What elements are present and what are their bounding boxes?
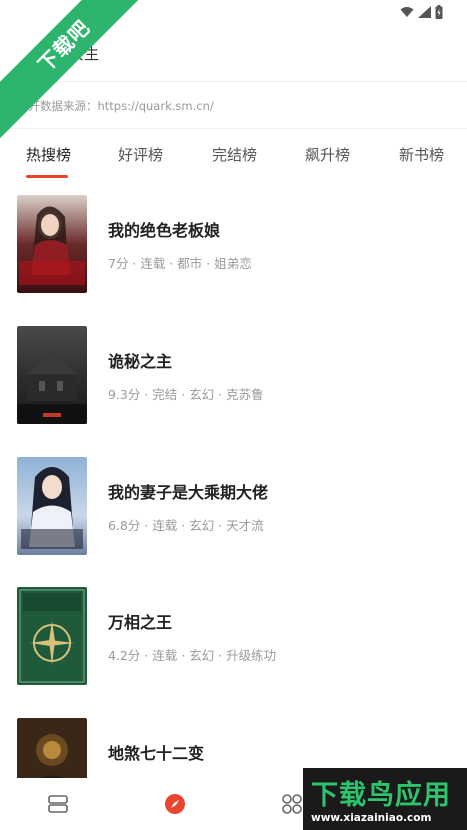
status-bar <box>0 0 467 26</box>
discover-icon[interactable] <box>163 792 187 816</box>
book-meta: 9.3分 · 完结 · 玄幻 · 克苏鲁 <box>108 387 264 402</box>
ranking-tabs: 热搜榜 好评榜 完结榜 飙升榜 新书榜 <box>0 129 467 179</box>
book-item[interactable]: 我的绝色老板娘 7分 · 连载 · 都市 · 姐弟恋 <box>0 195 467 295</box>
status-icons <box>400 5 443 19</box>
tab-hot-search[interactable]: 热搜榜 <box>26 144 71 165</box>
book-cover[interactable] <box>17 195 87 293</box>
bookshelf-icon[interactable] <box>46 792 70 816</box>
book-meta: 6.8分 · 连载 · 玄幻 · 天才流 <box>108 518 264 533</box>
book-title: 我的妻子是大乘期大佬 <box>108 483 269 502</box>
tab-rising[interactable]: 飙升榜 <box>305 144 350 165</box>
book-cover[interactable] <box>17 587 87 685</box>
logo-url: www.xiazainiao.com <box>311 812 432 824</box>
data-source-text: 公开数据来源：https://quark.sm.cn/ <box>17 99 214 113</box>
book-item[interactable]: 我的妻子是大乘期大佬 6.8分 · 连载 · 玄幻 · 天才流 <box>0 457 467 557</box>
wifi-icon <box>400 7 414 17</box>
book-meta: 7分 · 连载 · 都市 · 姐弟恋 <box>108 256 252 271</box>
active-tab-indicator <box>26 175 68 178</box>
site-logo: 下载鸟应用 www.xiazainiao.com <box>303 768 467 830</box>
book-meta: 4.2分 · 连载 · 玄幻 · 升级练功 <box>108 648 277 663</box>
book-item[interactable]: 万相之王 4.2分 · 连载 · 玄幻 · 升级练功 <box>0 587 467 687</box>
apps-icon[interactable] <box>280 792 304 816</box>
header: 女生 <box>0 26 467 82</box>
tab-top-rated[interactable]: 好评榜 <box>118 144 163 165</box>
page-title: 女生 <box>69 45 100 63</box>
book-title: 诡秘之主 <box>108 352 173 371</box>
logo-text: 下载鸟应用 <box>311 780 451 811</box>
book-title: 万相之王 <box>108 613 173 632</box>
battery-icon <box>435 5 443 19</box>
tab-completed[interactable]: 完结榜 <box>212 144 257 165</box>
book-item[interactable]: 诡秘之主 9.3分 · 完结 · 玄幻 · 克苏鲁 <box>0 326 467 426</box>
book-title: 我的绝色老板娘 <box>108 221 221 240</box>
book-cover[interactable] <box>17 326 87 424</box>
tab-new-books[interactable]: 新书榜 <box>399 144 444 165</box>
signal-icon <box>418 6 431 18</box>
book-cover[interactable] <box>17 457 87 555</box>
book-title: 地煞七十二变 <box>108 744 205 763</box>
